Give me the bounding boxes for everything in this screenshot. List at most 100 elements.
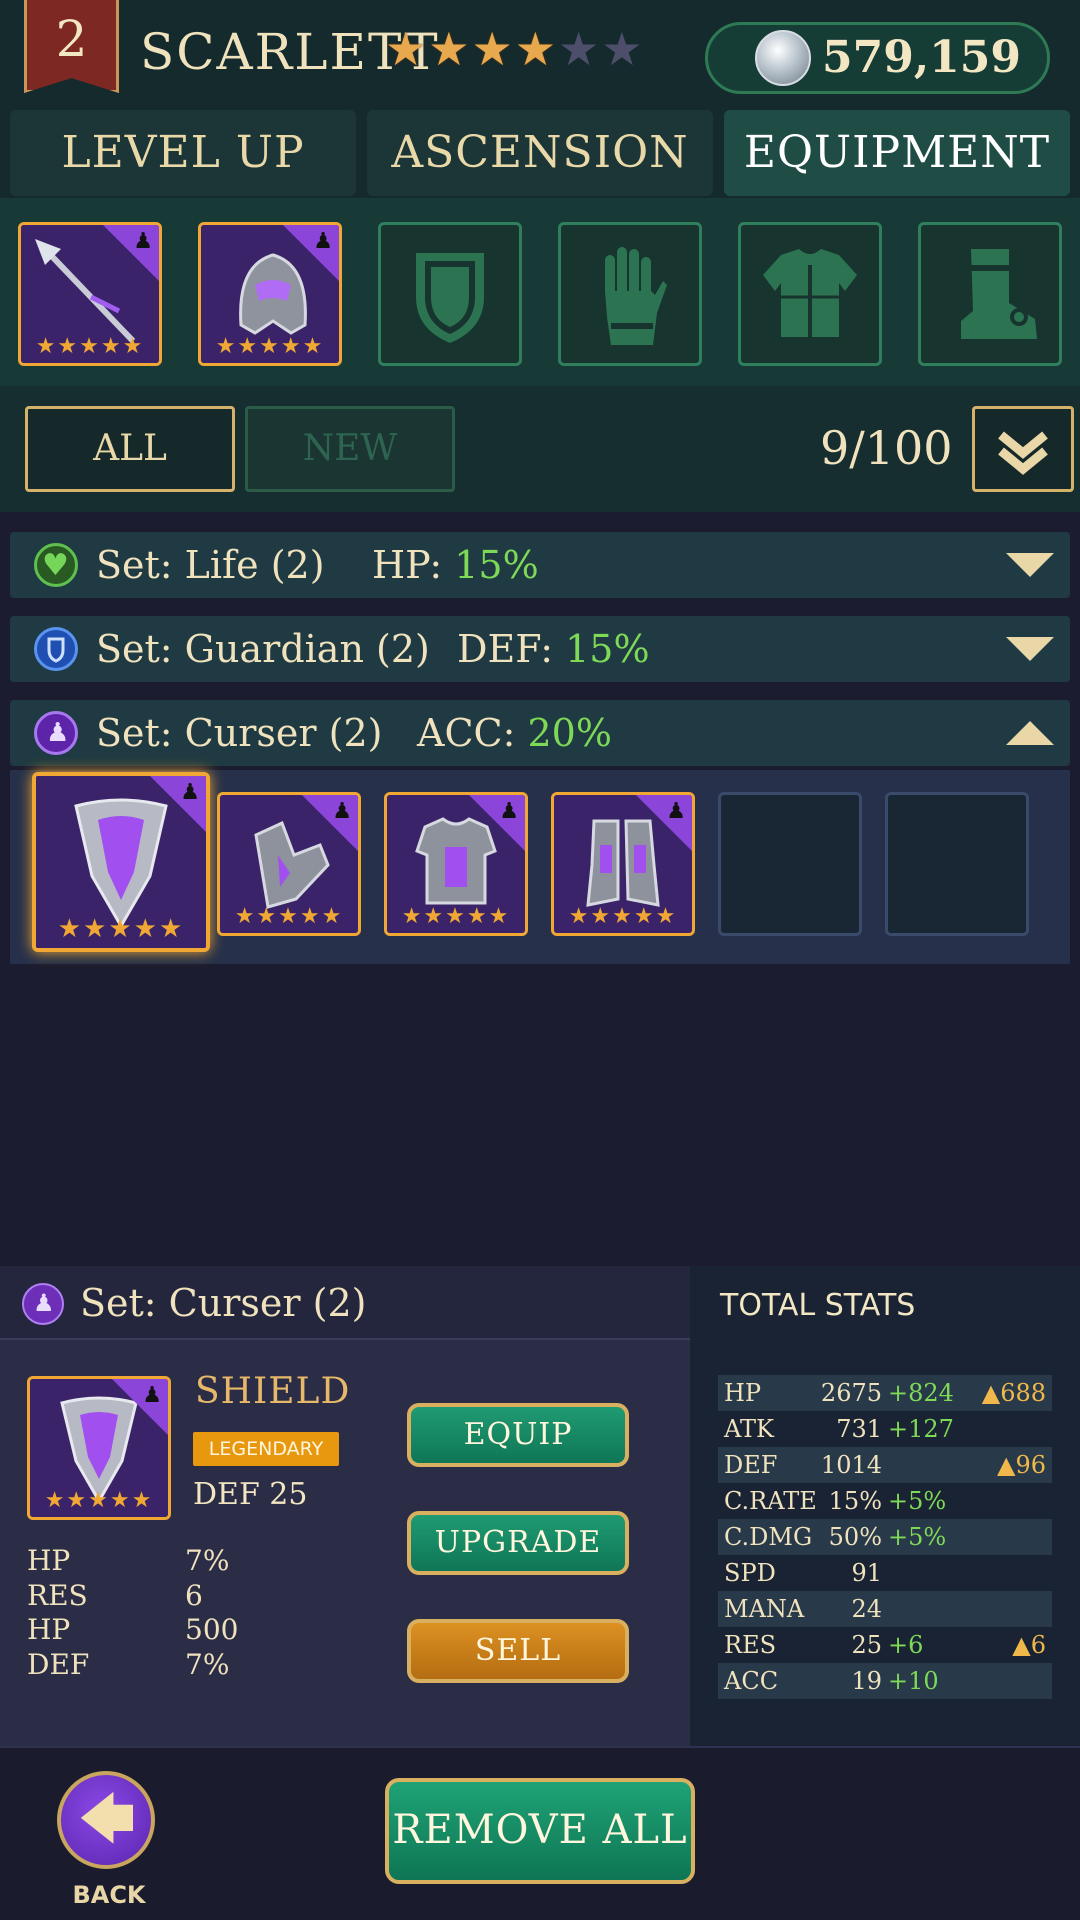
star-filled-icon: ★ [385,22,427,76]
heart-icon: ♥ [34,543,78,587]
stat-value: 50% [828,1523,882,1551]
stat-value: 19 [851,1667,882,1695]
stat-row: HP 2675 +824 ▲688 [718,1375,1052,1411]
person-icon: ♟ [666,799,686,824]
set-bonus-value: 15% [454,543,539,587]
set-bonus: HP: 15% [372,535,539,595]
stat-row: RES 25 +6 ▲6 [718,1627,1052,1663]
item-stars: ★★★★★ [57,914,185,944]
sort-dropdown-button[interactable] [972,406,1074,492]
stat-row: ATK 731 +127 [718,1411,1052,1447]
stat-value: 91 [851,1559,882,1587]
chevron-down-icon [998,431,1048,475]
star-empty-icon: ★ [558,22,600,76]
set-name: Set: Guardian (2) [96,627,430,671]
curser-icon: ♟ [22,1283,64,1325]
weapon-slot[interactable]: ♟ ★★★★★ [18,222,162,366]
star-filled-icon: ★ [428,22,470,76]
set-bonus-value: 15% [565,627,650,671]
person-icon: ♟ [313,229,333,254]
helmet-slot[interactable]: ♟ ★★★★★ [198,222,342,366]
stat-row: SPD 91 [718,1555,1052,1591]
inventory-count: 9/100 [820,421,953,475]
star-filled-icon: ★ [514,22,556,76]
stat-row: DEF 1014 ▲96 [718,1447,1052,1483]
stat-row: C.RATE 15% +5% [718,1483,1052,1519]
shield-slot[interactable] [378,222,522,366]
curser-gloves-item[interactable]: ♟ ★★★★★ [217,792,361,936]
silver-coin-icon [755,30,811,86]
substat-label: HP [27,1613,71,1646]
tab-level-up[interactable]: LEVEL UP [10,110,356,196]
back-label[interactable]: BACK [40,1878,178,1912]
set-name: Set: Life (2) [96,543,325,587]
stat-bonus: +127 [888,1415,954,1443]
substat-value: 7% [185,1544,230,1577]
item-stars: ★★★★★ [568,904,678,929]
remove-all-button[interactable]: REMOVE ALL [385,1778,695,1884]
filter-all-button[interactable]: ALL [25,406,235,492]
hero-star-rating: ★ ★ ★ ★ ★ ★ [385,26,643,72]
stat-name: DEF [724,1451,778,1479]
tab-equipment[interactable]: EQUIPMENT [724,110,1070,196]
set-bonus-value: 20% [527,711,612,755]
main-stat: DEF 25 [193,1477,308,1512]
set-bonus-label: HP: [372,543,443,587]
curser-shield-item[interactable]: ♟ ★★★★★ [32,772,210,952]
stat-value: 731 [836,1415,882,1443]
gloves-slot[interactable] [558,222,702,366]
item-stars: ★★★★★ [44,1488,154,1513]
set-row-guardian[interactable]: Set: Guardian (2) DEF: 15% [10,616,1070,682]
item-stars: ★★★★★ [35,334,145,359]
expand-arrow-icon[interactable] [1006,553,1054,577]
stat-bonus: +6 [888,1631,924,1659]
curser-boots-item[interactable]: ♟ ★★★★★ [551,792,695,936]
upgrade-button[interactable]: UPGRADE [407,1511,629,1575]
stat-change: ▲688 [981,1379,1046,1407]
set-row-curser[interactable]: ♟ Set: Curser (2) ACC: 20% [10,700,1070,766]
back-arrow-icon: 🡄 [78,1787,136,1852]
boots-slot[interactable] [918,222,1062,366]
stat-name: ACC [724,1667,779,1695]
stat-row: MANA 24 [718,1591,1052,1627]
person-icon: ♟ [332,799,352,824]
guardian-shield-icon [34,627,78,671]
rarity-badge: LEGENDARY [193,1432,339,1466]
item-stars: ★★★★★ [215,334,325,359]
stat-value: 2675 [820,1379,882,1407]
set-bonus: DEF: 15% [457,619,650,679]
stat-name: C.RATE [724,1487,817,1515]
star-empty-icon: ★ [601,22,643,76]
item-stars: ★★★★★ [234,904,344,929]
curser-chest-item[interactable]: ♟ ★★★★★ [384,792,528,936]
filter-new-button[interactable]: NEW [245,406,455,492]
expand-arrow-icon[interactable] [1006,637,1054,661]
empty-item-slot[interactable] [718,792,862,936]
sell-button[interactable]: SELL [407,1619,629,1683]
stat-value: 1014 [820,1451,882,1479]
empty-item-slot[interactable] [885,792,1029,936]
chest-slot[interactable] [738,222,882,366]
set-row-life[interactable]: ♥ Set: Life (2) HP: 15% [10,532,1070,598]
substat-label: HP [27,1544,71,1577]
substat-value: 500 [185,1613,239,1646]
stat-bonus: +5% [888,1487,947,1515]
set-bonus-label: DEF: [457,627,554,671]
person-icon: ♟ [499,799,519,824]
item-name: SHIELD [195,1371,351,1412]
stat-bonus: +824 [888,1379,954,1407]
person-icon: ♟ [133,229,153,254]
stat-bonus: +5% [888,1523,947,1551]
tab-ascension[interactable]: ASCENSION [367,110,713,196]
stat-bonus: +10 [888,1667,939,1695]
equip-button[interactable]: EQUIP [407,1403,629,1467]
set-bonus: ACC: 20% [417,703,612,763]
substat-label: DEF [27,1648,90,1681]
star-filled-icon: ★ [471,22,513,76]
stat-name: SPD [724,1559,776,1587]
stat-name: ATK [724,1415,774,1443]
stat-change: ▲6 [1012,1631,1046,1659]
set-name: Set: Curser (2) [96,711,383,755]
collapse-arrow-icon[interactable] [1006,721,1054,745]
curser-icon: ♟ [34,711,78,755]
